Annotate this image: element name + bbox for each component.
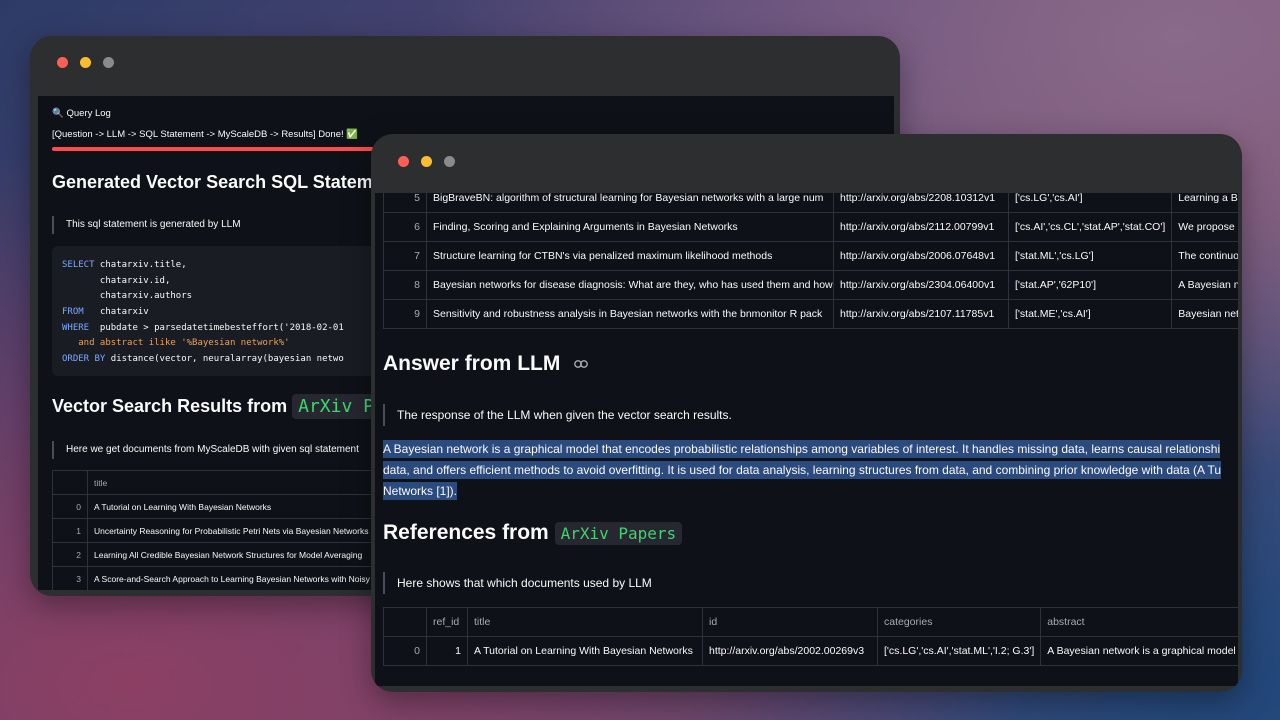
table-header-row: ref_id title id categories abstract bbox=[383, 607, 1238, 637]
row-categories: ['cs.AI','cs.CL','stat.AP','stat.CO'] bbox=[1007, 212, 1173, 242]
table-row[interactable]: 6 Finding, Scoring and Explaining Argume… bbox=[383, 212, 1238, 242]
answer-line: A Bayesian network is a graphical model … bbox=[383, 440, 1221, 458]
sql-keyword: FROM bbox=[62, 307, 84, 317]
sql-heading: Generated Vector Search SQL Statement bbox=[52, 172, 400, 192]
categories-header[interactable]: categories bbox=[876, 607, 1042, 637]
table-row[interactable]: 5 BigBraveBN: algorithm of structural le… bbox=[383, 193, 1238, 213]
row-id: http://arxiv.org/abs/2006.07648v1 bbox=[833, 241, 1009, 271]
sql-code: and abstract ilike '%Bayesian network%' bbox=[62, 338, 290, 348]
references-table: ref_id title id categories abstract 0 1 … bbox=[383, 607, 1238, 666]
row-index: 2 bbox=[52, 542, 88, 567]
sql-keyword: ORDER BY bbox=[62, 354, 106, 364]
row-abstract: A Bayesian network is a graphical model … bbox=[1040, 636, 1238, 666]
sql-code: chatarxiv.id, bbox=[62, 276, 171, 286]
results-heading-text: Vector Search Results from bbox=[52, 396, 288, 416]
answer-heading: Answer from LLM bbox=[383, 352, 589, 376]
refs-chip: ArXiv Papers bbox=[554, 522, 683, 545]
row-id: http://arxiv.org/abs/2304.06400v1 bbox=[833, 270, 1009, 300]
sql-code: chatarxiv.authors bbox=[62, 291, 193, 301]
answer-heading-text: Answer from LLM bbox=[383, 352, 561, 375]
row-title: Finding, Scoring and Explaining Argument… bbox=[426, 212, 834, 242]
row-title: A Tutorial on Learning With Bayesian Net… bbox=[467, 636, 703, 666]
row-index: 0 bbox=[383, 636, 427, 666]
row-title: Sensitivity and robustness analysis in B… bbox=[426, 299, 834, 329]
answer-line: Networks [1]). bbox=[383, 482, 458, 500]
sql-code: distance(vector, neuralarray(bayesian ne… bbox=[105, 354, 344, 364]
row-index: 7 bbox=[383, 241, 427, 271]
row-categories: ['stat.AP','62P10'] bbox=[1007, 270, 1173, 300]
row-categories: ['cs.LG','cs.AI','stat.ML','I.2; G.3'] bbox=[876, 636, 1042, 666]
row-id: http://arxiv.org/abs/2112.00799v1 bbox=[833, 212, 1009, 242]
row-title: Bayesian networks for disease diagnosis:… bbox=[426, 270, 834, 300]
row-abstract: Bayesian netw bbox=[1171, 299, 1238, 329]
row-index: 3 bbox=[52, 566, 88, 590]
refs-heading-text: References from bbox=[383, 521, 549, 544]
sql-code: chatarxiv bbox=[83, 307, 149, 317]
row-index: 6 bbox=[383, 212, 427, 242]
row-abstract: A Bayesian ne bbox=[1171, 270, 1238, 300]
sql-keyword: WHERE bbox=[62, 323, 90, 333]
row-index: 9 bbox=[383, 299, 427, 329]
answer-caption: The response of the LLM when given the v… bbox=[383, 404, 732, 426]
refs-caption: Here shows that which documents used by … bbox=[383, 572, 652, 594]
row-index: 5 bbox=[383, 193, 427, 213]
table-row[interactable]: 0 1 A Tutorial on Learning With Bayesian… bbox=[383, 636, 1238, 666]
row-id: http://arxiv.org/abs/2208.10312v1 bbox=[833, 193, 1009, 213]
abstract-header[interactable]: abstract bbox=[1040, 607, 1238, 637]
title-header[interactable]: title bbox=[467, 607, 703, 637]
row-title: BigBraveBN: algorithm of structural lear… bbox=[426, 193, 834, 213]
minimize-window-button[interactable] bbox=[421, 156, 432, 167]
status-text: [Question -> LLM -> SQL Statement -> MyS… bbox=[52, 129, 359, 140]
front-window: 5 BigBraveBN: algorithm of structural le… bbox=[371, 134, 1242, 692]
table-row[interactable]: 7 Structure learning for CTBN's via pena… bbox=[383, 241, 1238, 271]
sql-code: pubdate > parsedatetimebesteffort('2018-… bbox=[89, 323, 344, 333]
answer-text[interactable]: A Bayesian network is a graphical model … bbox=[383, 439, 1222, 502]
row-abstract: Learning a Ba bbox=[1171, 193, 1238, 213]
row-index: 1 bbox=[52, 518, 88, 543]
row-index: 0 bbox=[52, 494, 88, 519]
row-index: 8 bbox=[383, 270, 427, 300]
close-window-button[interactable] bbox=[57, 57, 68, 68]
refs-heading: References from ArXiv Papers bbox=[383, 521, 683, 545]
maximize-window-button[interactable] bbox=[444, 156, 455, 167]
results-caption: Here we get documents from MyScaleDB wit… bbox=[52, 441, 359, 459]
link-icon[interactable] bbox=[574, 360, 589, 369]
table-row[interactable]: 8 Bayesian networks for disease diagnosi… bbox=[383, 270, 1238, 300]
sql-keyword: SELECT bbox=[62, 260, 95, 270]
row-id: http://arxiv.org/abs/2107.11785v1 bbox=[833, 299, 1009, 329]
index-header bbox=[52, 470, 88, 495]
close-window-button[interactable] bbox=[398, 156, 409, 167]
id-header[interactable]: id bbox=[702, 607, 878, 637]
query-log-label: 🔍 Query Log bbox=[52, 108, 111, 119]
answer-line: data, and offers efficient methods to av… bbox=[383, 461, 1222, 479]
row-id: http://arxiv.org/abs/2002.00269v3 bbox=[702, 636, 878, 666]
row-abstract: The continuo bbox=[1171, 241, 1238, 271]
minimize-window-button[interactable] bbox=[80, 57, 91, 68]
maximize-window-button[interactable] bbox=[103, 57, 114, 68]
results-table-continued: 5 BigBraveBN: algorithm of structural le… bbox=[383, 193, 1238, 329]
sql-caption: This sql statement is generated by LLM bbox=[52, 216, 241, 234]
ref-id-header[interactable]: ref_id bbox=[426, 607, 468, 637]
row-categories: ['stat.ME','cs.AI'] bbox=[1007, 299, 1173, 329]
front-app-content: 5 BigBraveBN: algorithm of structural le… bbox=[375, 193, 1238, 686]
row-categories: ['cs.LG','cs.AI'] bbox=[1007, 193, 1173, 213]
index-header bbox=[383, 607, 427, 637]
sql-code: chatarxiv.title, bbox=[94, 260, 187, 270]
row-ref-id: 1 bbox=[426, 636, 468, 666]
row-title: Structure learning for CTBN's via penali… bbox=[426, 241, 834, 271]
row-abstract: We propose a bbox=[1171, 212, 1238, 242]
row-categories: ['stat.ML','cs.LG'] bbox=[1007, 241, 1173, 271]
table-row[interactable]: 9 Sensitivity and robustness analysis in… bbox=[383, 299, 1238, 329]
